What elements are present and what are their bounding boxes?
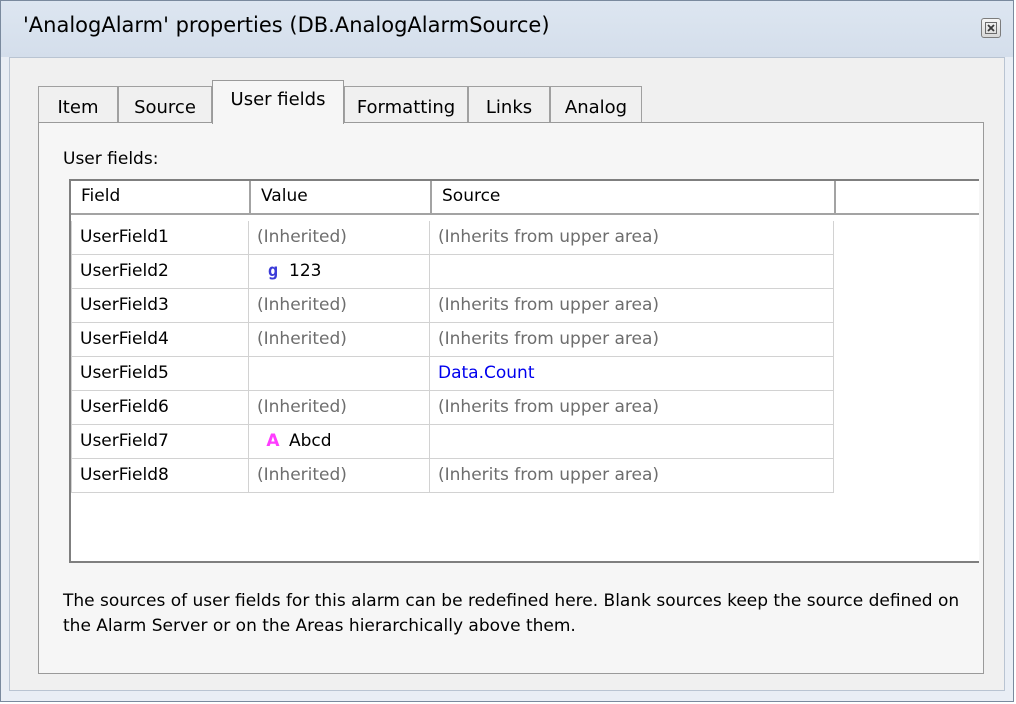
column-header-filler: [836, 181, 979, 215]
value-cell[interactable]: A Abcd: [249, 425, 430, 459]
field-cell: UserField7: [71, 425, 249, 459]
tab-links[interactable]: Links: [468, 86, 550, 124]
source-cell[interactable]: Data.Count: [430, 357, 834, 391]
table-row[interactable]: UserField2 g 123: [71, 255, 834, 289]
text-value-icon: A: [266, 431, 280, 451]
column-header-field[interactable]: Field: [71, 181, 251, 215]
table-row[interactable]: UserField6 (Inherited) (Inherits from up…: [71, 391, 834, 425]
field-cell: UserField3: [71, 289, 249, 323]
tab-source[interactable]: Source: [118, 86, 212, 124]
table-row[interactable]: UserField3 (Inherited) (Inherits from up…: [71, 289, 834, 323]
field-cell: UserField6: [71, 391, 249, 425]
value-cell[interactable]: (Inherited): [249, 391, 430, 425]
tab-user-fields-label: User fields: [230, 89, 326, 110]
field-cell: UserField1: [71, 221, 249, 255]
source-cell[interactable]: (Inherits from upper area): [430, 221, 834, 255]
source-cell[interactable]: [430, 255, 834, 289]
close-icon: [985, 22, 997, 34]
source-cell[interactable]: (Inherits from upper area): [430, 323, 834, 357]
column-header-source-label: Source: [442, 186, 501, 206]
numeric-value-icon: g: [267, 261, 279, 281]
tab-source-label: Source: [134, 97, 196, 118]
tab-formatting-label: Formatting: [356, 97, 456, 118]
tab-analog-label: Analog: [564, 97, 628, 118]
source-cell[interactable]: [430, 425, 834, 459]
tab-item[interactable]: Item: [38, 86, 118, 124]
value-cell[interactable]: (Inherited): [249, 289, 430, 323]
value-cell[interactable]: [249, 357, 430, 391]
tab-user-fields[interactable]: User fields: [212, 80, 344, 124]
value-cell[interactable]: (Inherited): [249, 221, 430, 255]
tab-links-label: Links: [485, 97, 533, 118]
tab-item-label: Item: [57, 97, 99, 118]
user-fields-grid[interactable]: Field Value Source UserField1 (Inherited…: [69, 179, 979, 563]
field-cell: UserField8: [71, 459, 249, 493]
column-header-field-label: Field: [81, 186, 121, 206]
window-title: 'AnalogAlarm' properties (DB.AnalogAlarm…: [23, 13, 550, 37]
properties-dialog: 'AnalogAlarm' properties (DB.AnalogAlarm…: [0, 0, 1014, 702]
value-cell[interactable]: g 123: [249, 255, 430, 289]
value-text: 123: [289, 261, 322, 281]
source-cell[interactable]: (Inherits from upper area): [430, 391, 834, 425]
dialog-client-area: Item Source User fields Formatting Links…: [9, 57, 1005, 691]
field-cell: UserField5: [71, 357, 249, 391]
table-row[interactable]: UserField5 Data.Count: [71, 357, 834, 391]
table-row[interactable]: UserField8 (Inherited) (Inherits from up…: [71, 459, 834, 493]
user-fields-panel: User fields: Field Value Source UserFiel…: [38, 122, 984, 674]
value-cell[interactable]: (Inherited): [249, 459, 430, 493]
table-row[interactable]: UserField7 A Abcd: [71, 425, 834, 459]
value-text: Abcd: [289, 431, 332, 451]
source-cell[interactable]: (Inherits from upper area): [430, 289, 834, 323]
close-button[interactable]: [981, 18, 1001, 38]
title-bar: 'AnalogAlarm' properties (DB.AnalogAlarm…: [1, 1, 1013, 57]
column-header-value[interactable]: Value: [251, 181, 432, 215]
table-row[interactable]: UserField4 (Inherited) (Inherits from up…: [71, 323, 834, 357]
value-cell[interactable]: (Inherited): [249, 323, 430, 357]
field-cell: UserField2: [71, 255, 249, 289]
source-cell[interactable]: (Inherits from upper area): [430, 459, 834, 493]
help-description: The sources of user fields for this alar…: [63, 591, 960, 636]
tab-analog[interactable]: Analog: [550, 86, 642, 124]
tab-formatting[interactable]: Formatting: [344, 86, 468, 124]
field-cell: UserField4: [71, 323, 249, 357]
column-header-value-label: Value: [261, 186, 308, 206]
table-row[interactable]: UserField1 (Inherited) (Inherits from up…: [71, 221, 834, 255]
column-header-source[interactable]: Source: [432, 181, 836, 215]
user-fields-label: User fields:: [63, 149, 159, 169]
